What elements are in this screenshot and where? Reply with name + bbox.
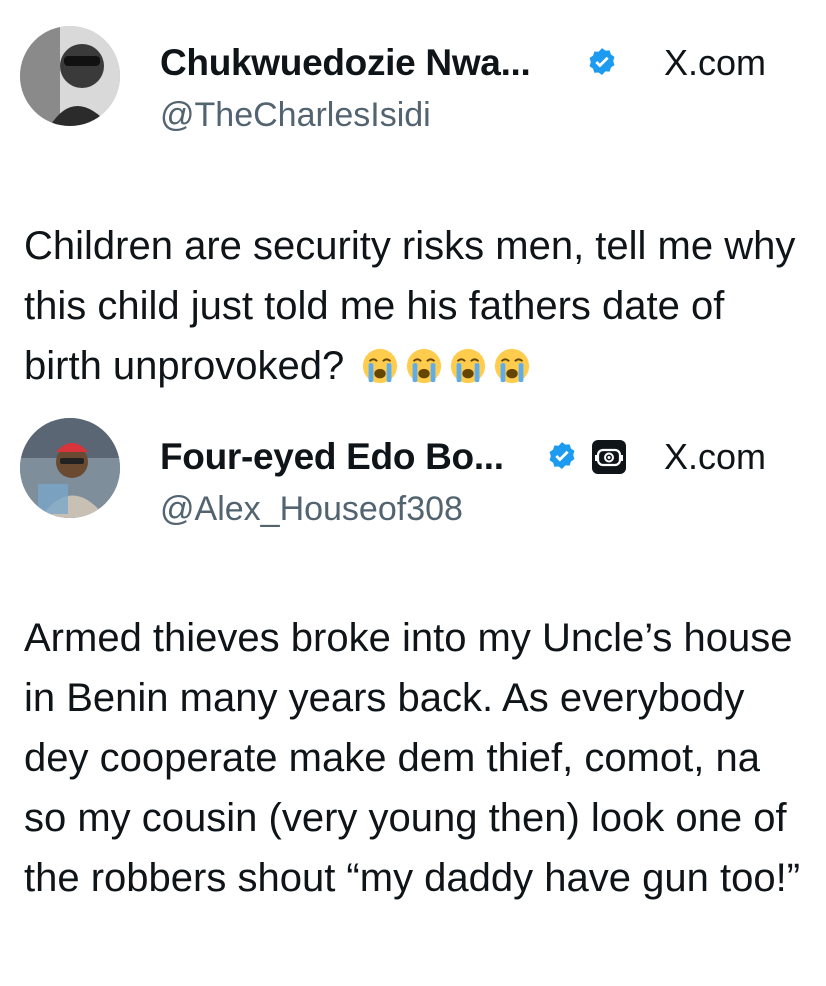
loudly-crying-face-icon <box>495 348 530 384</box>
tweet-text: Armed thieves broke into my Uncle’s hous… <box>24 616 801 900</box>
robot-icon <box>592 440 626 474</box>
handle[interactable]: @TheCharlesIsidi <box>160 96 431 135</box>
tweet-text: Children are security risks men, tell me… <box>24 216 804 396</box>
verified-badge-icon <box>549 442 575 470</box>
verified-badge-icon <box>589 48 615 76</box>
tweet-2: Four-eyed Edo Bo... X.com @Alex_Houseof3… <box>0 400 826 986</box>
emoji-row <box>355 344 531 388</box>
loudly-crying-face-icon <box>451 348 486 384</box>
loudly-crying-face-icon <box>407 348 442 384</box>
avatar[interactable] <box>20 418 120 518</box>
source-label: X.com <box>664 42 767 83</box>
display-name[interactable]: Chukwuedozie Nwa... <box>160 42 531 84</box>
source-label: X.com <box>664 436 767 477</box>
handle[interactable]: @Alex_Houseof308 <box>160 490 463 529</box>
loudly-crying-face-icon <box>363 348 398 384</box>
tweet-1: Chukwuedozie Nwa... X.com @TheCharlesIsi… <box>0 0 826 400</box>
avatar[interactable] <box>20 26 120 126</box>
display-name[interactable]: Four-eyed Edo Bo... <box>160 436 504 478</box>
